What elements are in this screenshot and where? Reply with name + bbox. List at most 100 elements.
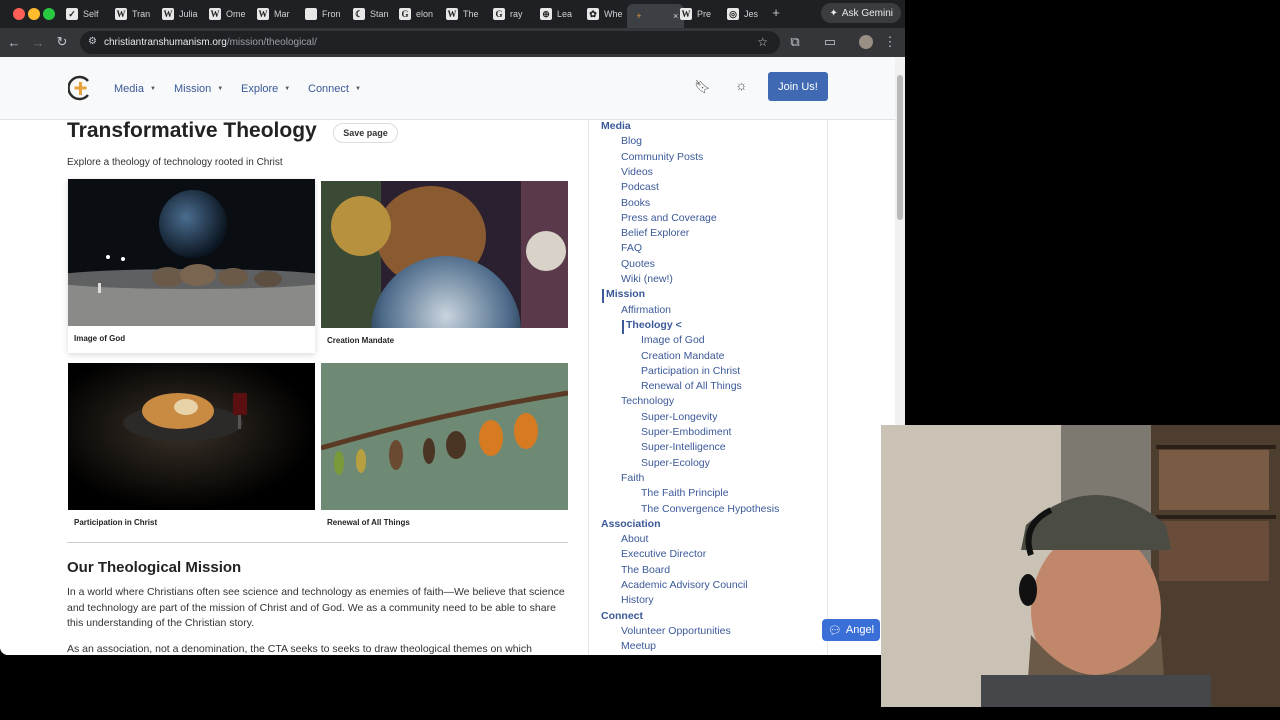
sidebar-item-history[interactable]: History: [621, 594, 654, 606]
sidebar-item-super-intelligence[interactable]: Super-Intelligence: [641, 441, 726, 453]
browser-tab[interactable]: Fron: [305, 4, 341, 24]
sidebar-item-meetup[interactable]: Meetup: [621, 640, 656, 652]
card-creation-mandate[interactable]: Creation Mandate: [321, 181, 568, 345]
sidebar-item-faith[interactable]: Faith: [621, 472, 644, 484]
tab-favicon-icon: G: [493, 8, 505, 20]
sidebar-item-about[interactable]: About: [621, 533, 648, 545]
sidebar-item-technology[interactable]: Technology: [621, 395, 674, 407]
sidebar-item-videos[interactable]: Videos: [621, 166, 653, 178]
sidebar-item-the-faith-principle[interactable]: The Faith Principle: [641, 487, 729, 499]
nav-explore-label: Explore: [241, 83, 279, 95]
caret-down-icon: ▼: [217, 86, 224, 92]
sidebar-item-theology[interactable]: Theology <: [626, 319, 682, 331]
sidebar-item-affirmation[interactable]: Affirmation: [621, 304, 671, 316]
sidebar-item-media[interactable]: Media: [601, 120, 631, 132]
sidebar-item-the-convergence-hypothesis[interactable]: The Convergence Hypothesis: [641, 503, 779, 515]
sidebar-item-quotes[interactable]: Quotes: [621, 258, 655, 270]
card-participation-in-christ[interactable]: Participation in Christ: [68, 363, 315, 527]
nav-explore[interactable]: Explore ▼: [241, 83, 290, 95]
sidebar-item-mission[interactable]: Mission: [606, 288, 645, 300]
active-marker: [602, 289, 604, 304]
sidebar-item-volunteer-opportunities[interactable]: Volunteer Opportunities: [621, 625, 731, 637]
browser-tab[interactable]: W Mar: [257, 4, 290, 24]
page-subtitle: Explore a theology of technology rooted …: [67, 157, 283, 168]
nav-connect[interactable]: Connect ▼: [308, 83, 361, 95]
sidebar-item-blog[interactable]: Blog: [621, 135, 642, 147]
sidebar-item-super-ecology[interactable]: Super-Ecology: [641, 457, 710, 469]
tab-bar: ✓ Self W Tran W Julia W Ome W Mar Fron ☾ Stan Gelon W T…: [0, 0, 905, 28]
bookmark-icon[interactable]: 🔖︎: [694, 79, 711, 95]
card-renewal-of-all-things[interactable]: Renewal of All Things: [321, 363, 568, 527]
sidebar-item-image-of-god[interactable]: Image of God: [641, 334, 705, 346]
back-arrow-icon[interactable]: ←: [6, 34, 22, 50]
close-tab-icon[interactable]: ×: [673, 11, 678, 21]
sidebar-nav: Media Blog Community Posts Videos Podcast Boo…: [588, 120, 828, 655]
sidebar-item-super-embodiment[interactable]: Super-Embodiment: [641, 426, 731, 438]
tab-favicon-icon: W: [162, 8, 174, 20]
browser-tab[interactable]: ⊕ Lea: [540, 4, 572, 24]
menu-kebab-icon[interactable]: ⋮: [882, 34, 898, 50]
browser-tab[interactable]: Gray: [493, 4, 523, 24]
reload-icon[interactable]: ↻: [54, 34, 70, 50]
sidebar-item-connect[interactable]: Connect: [601, 610, 643, 622]
browser-tab[interactable]: ◎ Jes: [727, 4, 758, 24]
scrollbar-thumb[interactable]: [897, 75, 903, 220]
nav-mission[interactable]: Mission ▼: [174, 83, 223, 95]
association-paragraph: As an association, not a denomination, t…: [67, 643, 532, 655]
maximize-window-button[interactable]: [43, 8, 55, 20]
profile-avatar-icon[interactable]: [858, 34, 874, 50]
address-bar[interactable]: ⚙ christiantranshumanism.org/mission/the…: [80, 31, 780, 54]
sidebar-item-wiki-new[interactable]: Wiki (new!): [621, 273, 673, 285]
nav-media[interactable]: Media ▼: [114, 83, 156, 95]
join-us-button[interactable]: Join Us!: [768, 72, 828, 101]
forward-arrow-icon[interactable]: →: [30, 34, 46, 50]
sidebar-item-belief-explorer[interactable]: Belief Explorer: [621, 227, 689, 239]
nav-mission-label: Mission: [174, 83, 212, 95]
cast-icon[interactable]: ▭: [822, 34, 838, 50]
bookmark-star-icon[interactable]: ☆: [757, 35, 768, 49]
browser-tab[interactable]: + ×: [627, 4, 685, 28]
card-image-of-god[interactable]: Image of God: [68, 179, 315, 353]
browser-tab[interactable]: ✿ Whe: [587, 4, 623, 24]
sidebar-item-academic-advisory-council[interactable]: Academic Advisory Council: [621, 579, 748, 591]
sidebar-item-community-posts[interactable]: Community Posts: [621, 151, 703, 163]
browser-tab[interactable]: W Pre: [680, 4, 711, 24]
browser-tab[interactable]: W Tran: [115, 4, 150, 24]
tab-label: Fron: [322, 9, 341, 19]
site-info-icon[interactable]: ⚙: [88, 36, 97, 47]
site-navbar: Media ▼ Mission ▼ Explore ▼ Connect ▼ 🔖︎ ☼ J…: [0, 57, 895, 120]
browser-tab[interactable]: ✓ Self: [66, 4, 99, 24]
angel-chat-button[interactable]: 💬︎ Angel: [822, 619, 880, 641]
sidebar-item-association[interactable]: Association: [601, 518, 661, 530]
browser-tab[interactable]: W Ome: [209, 4, 246, 24]
new-tab-icon[interactable]: +: [768, 4, 784, 20]
extensions-icon[interactable]: ⧉: [787, 34, 803, 50]
tab-favicon-icon: +: [636, 11, 642, 21]
url-path: /mission/theological/: [226, 37, 317, 48]
theme-lightbulb-icon[interactable]: ☼: [735, 77, 748, 93]
tab-label: Pre: [697, 9, 712, 19]
close-window-button[interactable]: [13, 8, 25, 20]
ask-gemini-button[interactable]: ✦ Ask Gemini: [821, 3, 901, 23]
sidebar-item-renewal-of-all-things[interactable]: Renewal of All Things: [641, 380, 742, 392]
sidebar-item-super-longevity[interactable]: Super-Longevity: [641, 411, 717, 423]
browser-tab[interactable]: ☾ Stan: [353, 4, 389, 24]
save-page-button[interactable]: Save page: [333, 123, 398, 143]
butterfly-metamorphosis-image: [321, 363, 568, 510]
sidebar-item-faq[interactable]: FAQ: [621, 242, 642, 254]
sidebar-item-creation-mandate[interactable]: Creation Mandate: [641, 350, 724, 362]
browser-tab[interactable]: W The: [446, 4, 479, 24]
minimize-window-button[interactable]: [28, 8, 40, 20]
browser-tab[interactable]: Gelon: [399, 4, 433, 24]
nav-connect-label: Connect: [308, 83, 349, 95]
browser-tab[interactable]: W Julia: [162, 4, 198, 24]
sidebar-item-press-and-coverage[interactable]: Press and Coverage: [621, 212, 717, 224]
browser-toolbar: ← → ↻ ⚙ christiantranshumanism.org/missi…: [0, 28, 905, 57]
sidebar-item-the-board[interactable]: The Board: [621, 564, 670, 576]
cta-logo-icon[interactable]: [68, 75, 92, 101]
sidebar-item-executive-director[interactable]: Executive Director: [621, 548, 706, 560]
sidebar-item-books[interactable]: Books: [621, 197, 650, 209]
sidebar-item-participation-in-christ[interactable]: Participation in Christ: [641, 365, 740, 377]
sidebar-item-podcast[interactable]: Podcast: [621, 181, 659, 193]
tab-label: Tran: [132, 9, 151, 19]
